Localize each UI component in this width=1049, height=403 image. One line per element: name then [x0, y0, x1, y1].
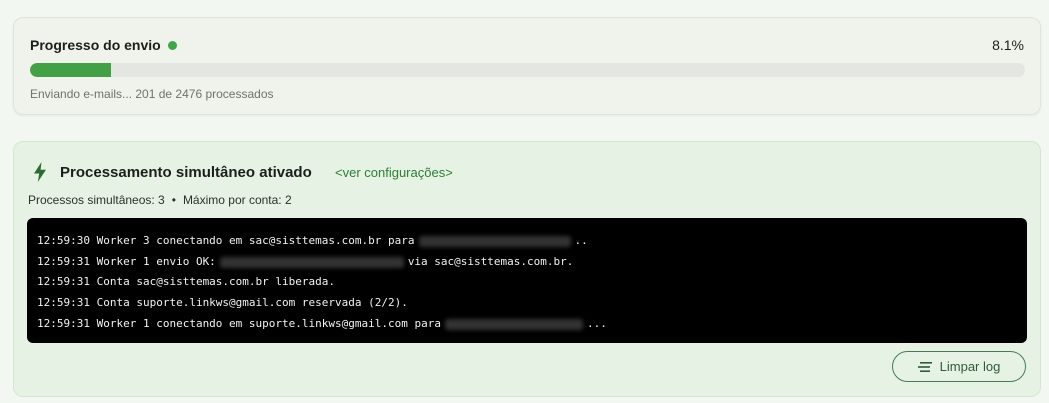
progress-percent: 8.1%: [992, 37, 1024, 53]
processing-title: Processamento simultâneo ativado: [60, 164, 312, 181]
view-settings-link[interactable]: <ver configurações>: [335, 165, 453, 180]
simultaneous-processes-text: Processos simultâneos: 3: [28, 193, 165, 207]
log-console[interactable]: 12:59:30 Worker 3 conectando em sac@sist…: [27, 218, 1027, 343]
redacted-email: [418, 235, 571, 247]
progress-title-text: Progresso do envio: [30, 37, 161, 53]
processing-card: Processamento simultâneo ativado <ver co…: [13, 141, 1041, 397]
clear-log-label: Limpar log: [939, 359, 1001, 374]
log-text: 12:59:30 Worker 3 conectando em sac@sist…: [37, 234, 415, 247]
lightning-bolt-icon: [34, 162, 46, 182]
log-line: 12:59:31 Conta sac@sisttemas.com.br libe…: [37, 272, 1017, 293]
clear-log-button[interactable]: Limpar log: [892, 351, 1026, 382]
max-per-account-text: Máximo por conta: 2: [182, 193, 292, 207]
log-line: 12:59:31 Worker 1 conectando em suporte.…: [37, 314, 1017, 335]
log-text: 12:59:31 Conta sac@sisttemas.com.br libe…: [37, 275, 336, 289]
log-line: 12:59:31 Worker 1 envio OK: via sac@sist…: [37, 252, 1017, 273]
log-line: 12:59:30 Worker 3 conectando em sac@sist…: [37, 231, 1017, 252]
redacted-email: [219, 256, 404, 268]
status-dot-icon: [167, 40, 177, 50]
processing-info: Processos simultâneos: 3 • Máximo por cont…: [28, 193, 292, 207]
progress-bar-fill: [30, 63, 111, 77]
progress-bar: [30, 63, 1025, 77]
progress-title: Progresso do envio: [30, 37, 177, 53]
log-text-tail: ..: [574, 234, 588, 247]
log-text-tail: ...: [586, 316, 607, 330]
lines-icon: [917, 361, 932, 372]
log-text: 12:59:31 Conta suporte.linkws@gmail.com …: [37, 296, 408, 310]
separator-dot: •: [171, 193, 176, 207]
log-text: 12:59:31 Worker 1 conectando em suporte.…: [37, 316, 441, 330]
log-line: 12:59:31 Conta suporte.linkws@gmail.com …: [37, 293, 1017, 314]
log-text-tail: via sac@sisttemas.com.br.: [407, 254, 574, 268]
redacted-email: [444, 318, 583, 330]
progress-card: Progresso do envio 8.1% Enviando e-mails…: [13, 17, 1041, 115]
log-text: 12:59:31 Worker 1 envio OK:: [37, 254, 216, 268]
progress-status-text: Enviando e-mails... 201 de 2476 processa…: [30, 87, 274, 101]
